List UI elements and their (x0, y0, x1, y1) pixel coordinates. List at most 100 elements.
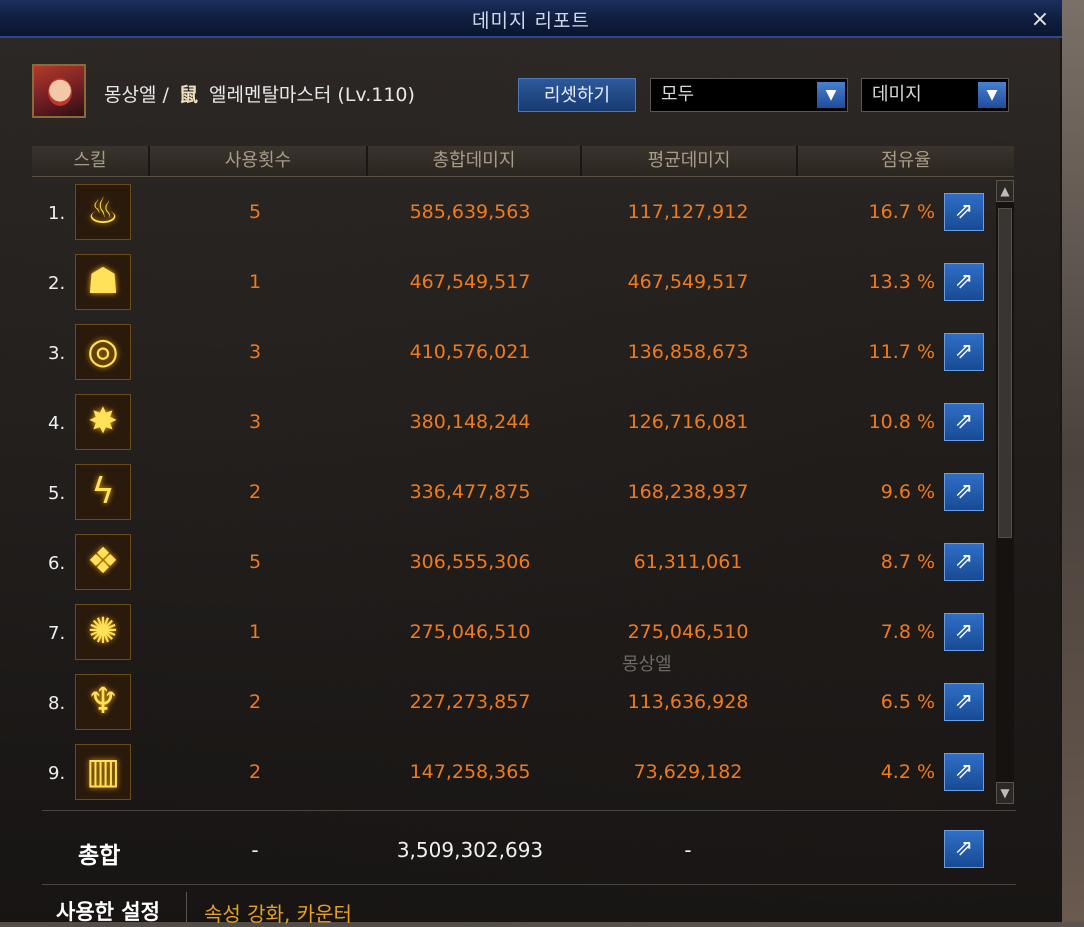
share-button[interactable]: ⇗ (944, 543, 984, 581)
row-use-count: 1 (248, 621, 262, 643)
share-icon: ⇗ (954, 409, 974, 434)
character-info: 몽상엘 / 鼠 엘레멘탈마스터 (Lv.110) (104, 80, 415, 107)
flame-icon[interactable]: ♨ (75, 184, 131, 240)
share-icon: ⇗ (954, 199, 974, 224)
share-button[interactable]: ⇗ (944, 473, 984, 511)
stat-type-select[interactable]: 데미지 ▼ (861, 78, 1009, 112)
row-share: 6.5 % (880, 691, 935, 713)
share-icon: ⇗ (954, 619, 974, 644)
title-bar[interactable]: 데미지 리포트 × (0, 0, 1062, 38)
lightning-icon[interactable]: ϟ (75, 464, 131, 520)
share-button[interactable]: ⇗ (944, 753, 984, 791)
row-rank: 8. (48, 693, 66, 714)
column-header-uses[interactable]: 사용횟수 (150, 146, 368, 176)
explosion-icon[interactable]: ✺ (75, 604, 131, 660)
column-header-total-damage[interactable]: 총합데미지 (368, 146, 582, 176)
fire-ring-icon[interactable]: ♆ (75, 674, 131, 730)
row-total-damage: 380,148,244 (409, 411, 531, 433)
row-share: 13.3 % (868, 271, 935, 293)
share-icon: ⇗ (954, 549, 974, 574)
total-sum: 3,509,302,693 (396, 838, 544, 862)
scroll-down-button[interactable]: ▼ (996, 782, 1014, 804)
row-average-damage: 117,127,912 (627, 201, 749, 223)
share-button[interactable]: ⇗ (944, 333, 984, 371)
row-rank: 6. (48, 553, 66, 574)
column-header-average-damage[interactable]: 평균데미지 (582, 146, 798, 176)
row-total-damage: 227,273,857 (409, 691, 531, 713)
row-average-damage: 168,238,937 (627, 481, 749, 503)
character-job: 엘레멘탈마스터 (209, 84, 332, 106)
vortex-icon[interactable]: ◎ (75, 324, 131, 380)
row-rank: 5. (48, 483, 66, 504)
row-use-count: 2 (248, 691, 262, 713)
stat-type-value: 데미지 (872, 84, 922, 105)
share-icon: ⇗ (954, 759, 974, 784)
character-avatar (32, 64, 86, 118)
share-button[interactable]: ⇗ (944, 403, 984, 441)
row-rank: 4. (48, 413, 66, 434)
row-rank: 9. (48, 763, 66, 784)
row-total-damage: 336,477,875 (409, 481, 531, 503)
reset-button[interactable]: 리셋하기 (518, 78, 636, 112)
total-count: - (251, 838, 259, 862)
scrollbar[interactable]: ▲ ▼ (996, 180, 1014, 804)
close-button[interactable]: × (1028, 8, 1052, 32)
burst-icon[interactable]: ✸ (75, 394, 131, 450)
character-level: (Lv.110) (337, 84, 415, 106)
pillar-icon[interactable]: ▥ (75, 744, 131, 800)
window-title: 데미지 리포트 (472, 10, 590, 32)
row-total-damage: 147,258,365 (409, 761, 531, 783)
table-row: 9. ▥ 2 147,258,365 73,629,182 4.2 % ⇗ (40, 737, 992, 807)
total-label: 총합 (78, 843, 121, 869)
row-total-damage: 306,555,306 (409, 551, 531, 573)
row-total-damage: 585,639,563 (409, 201, 531, 223)
row-use-count: 2 (248, 761, 262, 783)
job-icon: 鼠 (178, 84, 198, 106)
target-filter-select[interactable]: 모두 ▼ (650, 78, 848, 112)
row-rank: 7. (48, 623, 66, 644)
total-share-button[interactable]: ⇗ (944, 830, 984, 868)
character-name: 몽상엘 (104, 84, 157, 106)
target-filter-value: 모두 (661, 84, 695, 105)
share-button[interactable]: ⇗ (944, 683, 984, 721)
row-share: 11.7 % (868, 341, 935, 363)
row-average-damage: 73,629,182 (633, 761, 743, 783)
row-average-damage: 61,311,061 (633, 551, 743, 573)
share-icon: ⇗ (954, 479, 974, 504)
share-icon: ⇗ (954, 339, 974, 364)
row-share: 8.7 % (880, 551, 935, 573)
column-header-skill[interactable]: 스킬 (32, 146, 150, 176)
share-icon: ⇗ (954, 689, 974, 714)
scroll-thumb[interactable] (998, 208, 1012, 538)
column-header-share[interactable]: 점유율 (798, 146, 1014, 176)
row-share: 9.6 % (880, 481, 935, 503)
row-total-damage: 275,046,510 (409, 621, 531, 643)
share-button[interactable]: ⇗ (944, 193, 984, 231)
chevron-down-icon[interactable]: ▼ (978, 82, 1006, 108)
row-use-count: 5 (248, 201, 262, 223)
scroll-up-button[interactable]: ▲ (996, 180, 1014, 202)
row-average-damage: 275,046,510 (627, 621, 749, 643)
row-average-damage: 113,636,928 (627, 691, 749, 713)
crystal-icon[interactable]: ❖ (75, 534, 131, 590)
row-use-count: 2 (248, 481, 262, 503)
table-row: 2. ☗ 1 467,549,517 467,549,517 13.3 % ⇗ (40, 247, 992, 317)
row-average-damage: 467,549,517 (627, 271, 749, 293)
share-icon: ⇗ (954, 836, 974, 861)
table-row: 1. ♨ 5 585,639,563 117,127,912 16.7 % ⇗ (40, 177, 992, 247)
row-total-damage: 467,549,517 (409, 271, 531, 293)
share-button[interactable]: ⇗ (944, 613, 984, 651)
row-average-damage: 126,716,081 (627, 411, 749, 433)
row-rank: 3. (48, 343, 66, 364)
chevron-down-icon[interactable]: ▼ (817, 82, 845, 108)
row-total-damage: 410,576,021 (409, 341, 531, 363)
total-average: - (684, 838, 692, 862)
row-rank: 2. (48, 273, 66, 294)
hood-icon[interactable]: ☗ (75, 254, 131, 310)
row-share: 10.8 % (868, 411, 935, 433)
row-rank: 1. (48, 203, 66, 224)
row-share: 4.2 % (880, 761, 935, 783)
table-row: 6. ❖ 5 306,555,306 61,311,061 8.7 % ⇗ (40, 527, 992, 597)
row-average-damage: 136,858,673 (627, 341, 749, 363)
share-button[interactable]: ⇗ (944, 263, 984, 301)
